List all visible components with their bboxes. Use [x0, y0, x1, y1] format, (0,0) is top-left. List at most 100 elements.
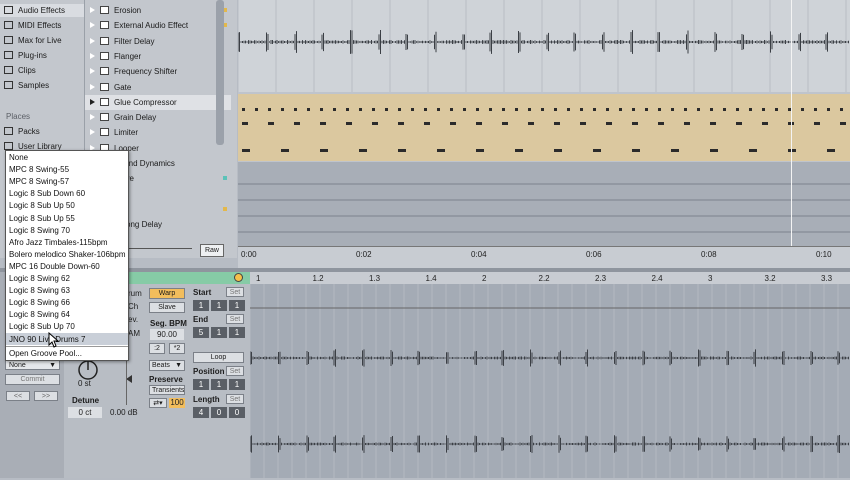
midi-note[interactable] — [489, 108, 492, 111]
groove-menu-item[interactable]: Logic 8 Swing 70 — [9, 225, 70, 237]
groove-menu-item[interactable]: Logic 8 Swing 66 — [9, 297, 70, 309]
midi-note[interactable] — [385, 108, 388, 111]
browser-item[interactable]: Grain Delay — [85, 110, 231, 125]
category-samples[interactable]: Samples — [4, 79, 49, 92]
midi-note[interactable] — [619, 108, 622, 111]
midi-note[interactable] — [593, 149, 601, 152]
preserve-select[interactable]: Transients — [149, 385, 185, 395]
category-plugins[interactable]: Plug-ins — [4, 49, 47, 62]
category-audio-effects[interactable]: Audio Effects — [0, 4, 84, 17]
midi-note[interactable] — [242, 108, 245, 111]
expand-triangle-icon[interactable] — [90, 83, 95, 90]
midi-note[interactable] — [606, 122, 612, 125]
expand-triangle-icon[interactable] — [90, 37, 95, 44]
groove-menu-item[interactable]: Logic 8 Swing 64 — [9, 309, 70, 321]
loop-button[interactable]: Loop — [193, 352, 244, 363]
midi-note[interactable] — [372, 108, 375, 111]
midi-note[interactable] — [814, 122, 820, 125]
groove-menu-item[interactable]: Logic 8 Swing 63 — [9, 285, 70, 297]
time-ruler[interactable] — [238, 246, 850, 269]
length-set-button[interactable]: Set — [226, 394, 244, 404]
midi-note[interactable] — [710, 149, 718, 152]
midi-note[interactable] — [424, 122, 430, 125]
midi-note[interactable] — [346, 122, 352, 125]
midi-note[interactable] — [268, 122, 274, 125]
place-packs[interactable]: Packs — [4, 125, 40, 138]
beat-ruler[interactable] — [250, 272, 850, 284]
midi-note[interactable] — [684, 108, 687, 111]
warp-button[interactable]: Warp — [149, 288, 185, 299]
groove-menu-item[interactable]: Bolero melodico Shaker-106bpm — [9, 249, 126, 261]
midi-note[interactable] — [632, 149, 640, 152]
commit-button[interactable]: Commit — [5, 374, 60, 385]
groove-menu-item[interactable]: MPC 8 Swing-55 — [9, 164, 69, 176]
raw-button[interactable]: Raw — [200, 244, 224, 257]
midi-note[interactable] — [476, 108, 479, 111]
seg-bpm-field[interactable]: 90.00 — [150, 329, 184, 340]
midi-note[interactable] — [320, 108, 323, 111]
midi-note[interactable] — [580, 122, 586, 125]
length-beat-field[interactable]: 0 — [211, 407, 227, 418]
midi-note[interactable] — [502, 122, 508, 125]
expand-triangle-icon[interactable] — [90, 114, 95, 121]
warp-mode-select[interactable]: Beats ▼ — [149, 360, 185, 371]
midi-note[interactable] — [554, 149, 562, 152]
midi-note[interactable] — [281, 149, 289, 152]
groove-prev-button[interactable]: << — [6, 391, 30, 401]
midi-note[interactable] — [541, 108, 544, 111]
midi-note[interactable] — [840, 108, 843, 111]
midi-note[interactable] — [528, 122, 534, 125]
end-sixteenth-field[interactable]: 1 — [229, 327, 245, 338]
midi-note[interactable] — [632, 108, 635, 111]
groove-menu-item[interactable]: None — [9, 152, 28, 164]
start-beat-field[interactable]: 1 — [211, 300, 227, 311]
midi-note[interactable] — [762, 122, 768, 125]
sample-editor[interactable] — [249, 272, 850, 478]
midi-note[interactable] — [762, 108, 765, 111]
midi-note[interactable] — [333, 108, 336, 111]
loop-mode-select[interactable]: ⇄▾ — [149, 398, 167, 408]
midi-note[interactable] — [593, 108, 596, 111]
expand-triangle-icon[interactable] — [90, 22, 95, 29]
clip-activator-icon[interactable] — [234, 273, 243, 282]
midi-note[interactable] — [671, 149, 679, 152]
midi-note[interactable] — [554, 108, 557, 111]
browser-item[interactable]: Glue Compressor — [85, 94, 231, 110]
midi-note[interactable] — [424, 108, 427, 111]
groove-menu-item[interactable]: Logic 8 Sub Up 70 — [9, 321, 75, 333]
midi-note[interactable] — [242, 149, 250, 152]
midi-note[interactable] — [515, 149, 523, 152]
end-bar-field[interactable]: 5 — [193, 327, 209, 338]
start-bar-field[interactable]: 1 — [193, 300, 209, 311]
double-tempo-button[interactable]: *2 — [169, 343, 185, 354]
midi-note[interactable] — [255, 108, 258, 111]
position-bar-field[interactable]: 1 — [193, 379, 209, 390]
midi-note[interactable] — [554, 122, 560, 125]
end-beat-field[interactable]: 1 — [211, 327, 227, 338]
groove-menu-item[interactable]: MPC 8 Swing-57 — [9, 176, 69, 188]
position-sixteenth-field[interactable]: 1 — [229, 379, 245, 390]
empty-track-lanes[interactable] — [238, 162, 850, 246]
midi-note[interactable] — [359, 108, 362, 111]
midi-note[interactable] — [320, 122, 326, 125]
midi-note[interactable] — [801, 108, 804, 111]
midi-note[interactable] — [710, 108, 713, 111]
midi-note[interactable] — [437, 108, 440, 111]
midi-note[interactable] — [827, 108, 830, 111]
midi-note[interactable] — [671, 108, 674, 111]
end-set-button[interactable]: Set — [226, 314, 244, 324]
midi-note[interactable] — [450, 108, 453, 111]
midi-note[interactable] — [606, 108, 609, 111]
expand-triangle-icon[interactable] — [90, 129, 95, 136]
expand-triangle-icon[interactable] — [90, 7, 95, 13]
midi-note[interactable] — [372, 122, 378, 125]
midi-note[interactable] — [398, 108, 401, 111]
category-midi-effects[interactable]: MIDI Effects — [4, 19, 61, 32]
midi-note[interactable] — [515, 108, 518, 111]
open-groove-pool-item[interactable]: Open Groove Pool... — [9, 348, 82, 360]
midi-note[interactable] — [359, 149, 367, 152]
groove-next-button[interactable]: >> — [34, 391, 58, 401]
midi-note[interactable] — [658, 122, 664, 125]
midi-note[interactable] — [294, 122, 300, 125]
position-beat-field[interactable]: 1 — [211, 379, 227, 390]
